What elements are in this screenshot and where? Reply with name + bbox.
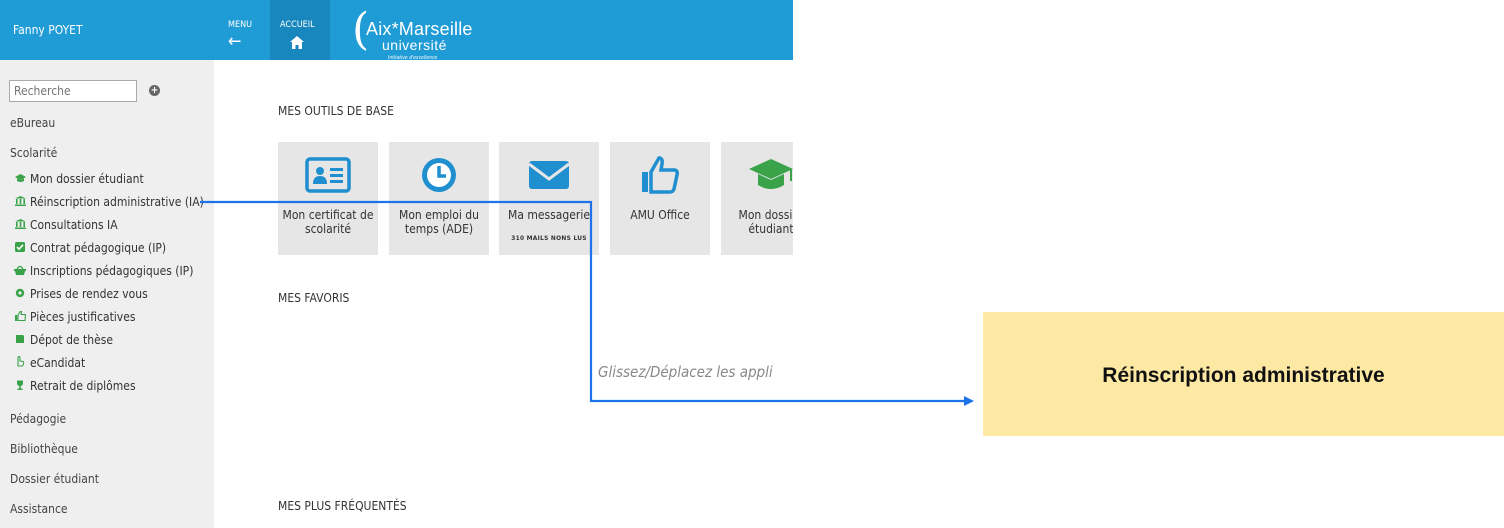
- annotation-connector: [200, 200, 974, 406]
